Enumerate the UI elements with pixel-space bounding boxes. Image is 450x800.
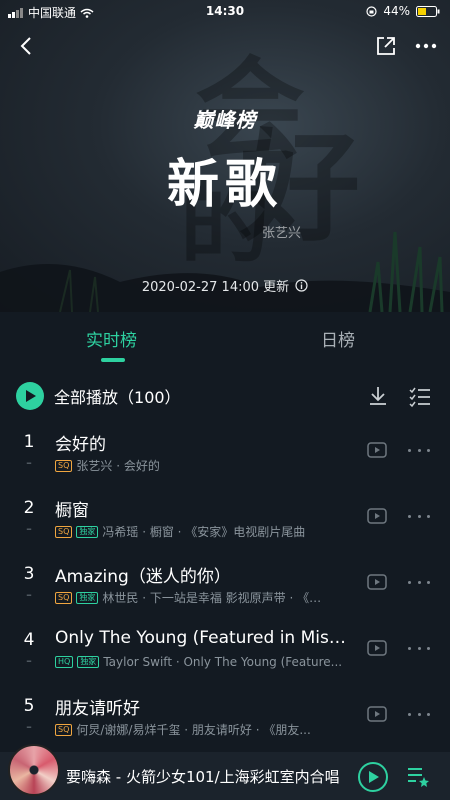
orientation-lock-icon bbox=[366, 5, 377, 17]
active-tab-indicator bbox=[101, 358, 125, 362]
song-list: 1 – 会好的 SQ 张艺兴 · 会好的 2 – 橱窗 SQ 独家 冯希瑶 · … bbox=[0, 420, 450, 750]
song-meta: SQ 独家 林世民 · 下一站是幸福 影视原声带 · 《… bbox=[55, 589, 355, 606]
play-all-label: 全部播放 bbox=[54, 388, 119, 407]
page-title: 新歌 bbox=[166, 155, 283, 215]
song-artist-album: 林世民 · 下一站是幸福 影视原声带 · 《… bbox=[102, 591, 322, 605]
status-right: 44% bbox=[366, 4, 440, 18]
download-icon[interactable] bbox=[366, 384, 390, 408]
sq-badge: SQ bbox=[55, 723, 73, 736]
back-button[interactable] bbox=[14, 34, 38, 58]
song-rank: 3 bbox=[23, 564, 35, 584]
song-meta: SQ 独家 冯希瑶 · 橱窗 · 《安家》电视剧片尾曲 bbox=[55, 523, 355, 540]
rank-change: – bbox=[26, 456, 32, 469]
exclusive-badge: 独家 bbox=[76, 591, 99, 604]
tab-bar: 实时榜 日榜 bbox=[0, 312, 450, 368]
song-row[interactable]: 5 – 朋友请听好 SQ 何炅/谢娜/易烊千玺 · 朋友请听好 · 《朋友... bbox=[0, 684, 450, 750]
song-artist-album: 冯希瑶 · 橱窗 · 《安家》电视剧片尾曲 bbox=[102, 525, 306, 539]
album-cover[interactable] bbox=[8, 744, 60, 796]
battery-icon bbox=[416, 5, 440, 17]
song-meta: SQ 张艺兴 · 会好的 bbox=[55, 457, 355, 474]
sq-badge: SQ bbox=[55, 525, 73, 538]
song-row[interactable]: 3 – Amazing（迷人的你） SQ 独家 林世民 · 下一站是幸福 影视原… bbox=[0, 552, 450, 618]
status-bar: 中国联通 14:30 44% bbox=[0, 0, 450, 24]
share-icon bbox=[377, 37, 395, 55]
playlist-icon[interactable] bbox=[406, 764, 430, 788]
hq-badge: HQ bbox=[55, 656, 74, 668]
song-title: 橱窗 bbox=[55, 501, 89, 521]
battery-percent: 44% bbox=[383, 4, 410, 18]
song-more-button[interactable] bbox=[408, 706, 430, 722]
mv-icon[interactable] bbox=[367, 640, 387, 656]
song-row[interactable]: 4 – Only The Young (Featured in Miss A..… bbox=[0, 618, 450, 684]
more-options-button[interactable] bbox=[414, 34, 438, 58]
sq-badge: SQ bbox=[55, 459, 73, 472]
mv-icon[interactable] bbox=[367, 442, 387, 458]
song-more-button[interactable] bbox=[408, 574, 430, 590]
play-circle-icon bbox=[16, 382, 44, 410]
song-title: Only The Young (Featured in Miss A... bbox=[55, 628, 351, 648]
song-row[interactable]: 1 – 会好的 SQ 张艺兴 · 会好的 bbox=[0, 420, 450, 486]
rank-change: – bbox=[26, 522, 32, 535]
song-rank: 5 bbox=[23, 696, 35, 716]
rank-change: – bbox=[26, 720, 32, 733]
song-rank: 1 bbox=[23, 432, 35, 452]
chart-logo: 巅峰榜 bbox=[193, 108, 257, 132]
song-artist-album: 张艺兴 · 会好的 bbox=[76, 459, 160, 473]
song-meta: SQ 何炅/谢娜/易烊千玺 · 朋友请听好 · 《朋友... bbox=[55, 721, 355, 738]
play-icon bbox=[369, 771, 379, 783]
multi-select-icon[interactable] bbox=[408, 384, 432, 408]
update-text: 2020-02-27 14:00 更新 bbox=[141, 280, 290, 295]
song-more-button[interactable] bbox=[408, 508, 430, 524]
song-artist-album: 何炅/谢娜/易烊千玺 · 朋友请听好 · 《朋友... bbox=[76, 723, 311, 737]
song-artist-album: Taylor Swift · Only The Young (Feature..… bbox=[103, 655, 343, 669]
song-title: 会好的 bbox=[55, 435, 106, 455]
song-rank: 2 bbox=[23, 498, 35, 518]
song-meta: HQ 独家 Taylor Swift · Only The Young (Fea… bbox=[55, 655, 355, 669]
mv-icon[interactable] bbox=[367, 508, 387, 524]
mini-player[interactable]: 要嗨森 - 火箭少女101/上海彩虹室内合唱 bbox=[0, 744, 450, 800]
exclusive-badge: 独家 bbox=[76, 525, 99, 538]
song-row[interactable]: 2 – 橱窗 SQ 独家 冯希瑶 · 橱窗 · 《安家》电视剧片尾曲 bbox=[0, 486, 450, 552]
sq-badge: SQ bbox=[55, 591, 73, 604]
rank-change: – bbox=[26, 654, 32, 667]
chevron-left-icon bbox=[20, 37, 31, 55]
exclusive-badge: 独家 bbox=[77, 656, 100, 668]
update-time: 2020-02-27 14:00 更新 bbox=[0, 276, 450, 295]
song-title: Amazing（迷人的你） bbox=[55, 567, 231, 587]
tab-realtime[interactable]: 实时榜 bbox=[86, 326, 137, 351]
song-title: 朋友请听好 bbox=[55, 699, 140, 719]
rank-change: – bbox=[26, 588, 32, 601]
play-all-count: （100） bbox=[118, 388, 181, 407]
tab-daily[interactable]: 日榜 bbox=[321, 326, 355, 351]
song-more-button[interactable] bbox=[408, 640, 430, 656]
play-button[interactable] bbox=[358, 762, 388, 792]
song-more-button[interactable] bbox=[408, 442, 430, 458]
more-icon bbox=[415, 43, 437, 49]
artist-watermark: 张艺兴 bbox=[262, 226, 302, 241]
chart-header: 会 好 的 中国联通 14:30 44% 巅峰榜 新歌 张艺兴 2020-02-… bbox=[0, 0, 450, 312]
play-all-button[interactable]: 全部播放（100） bbox=[16, 382, 181, 410]
now-playing-title: 要嗨森 - 火箭少女101/上海彩虹室内合唱 bbox=[66, 768, 340, 786]
share-button[interactable] bbox=[374, 34, 398, 58]
info-icon[interactable] bbox=[295, 279, 308, 292]
mv-icon[interactable] bbox=[367, 706, 387, 722]
song-rank: 4 bbox=[23, 630, 35, 650]
mv-icon[interactable] bbox=[367, 574, 387, 590]
